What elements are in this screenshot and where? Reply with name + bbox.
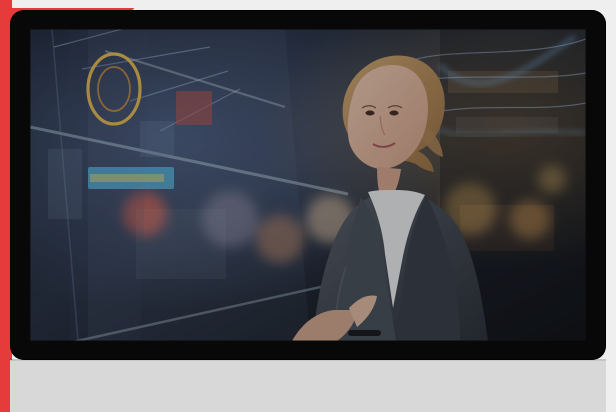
caption-panel [10, 360, 606, 412]
top-strip [12, 0, 616, 8]
promo-canvas [0, 0, 616, 412]
screen-scene [30, 29, 586, 341]
screen-area [30, 29, 586, 341]
